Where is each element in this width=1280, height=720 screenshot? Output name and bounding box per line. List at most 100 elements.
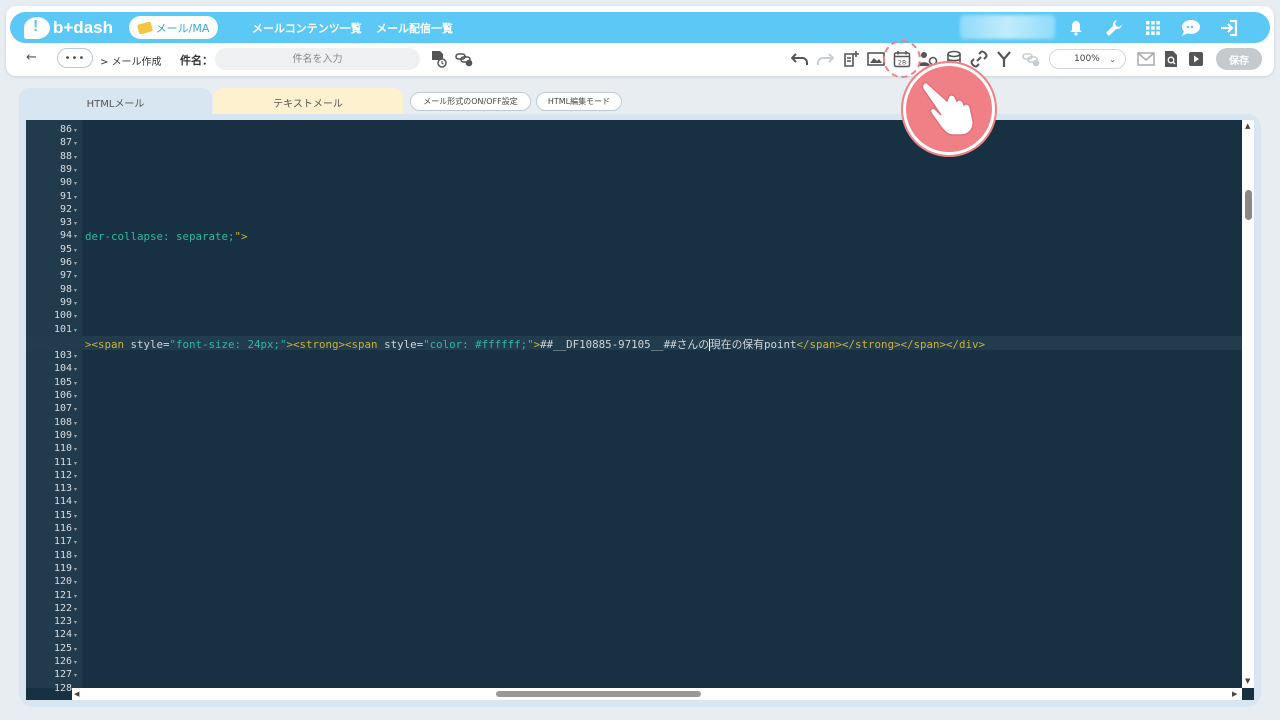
- fold-arrow-icon[interactable]: ▾: [74, 433, 77, 440]
- fold-arrow-icon[interactable]: ▾: [74, 593, 77, 600]
- fold-arrow-icon[interactable]: ▾: [74, 380, 77, 387]
- undo-icon[interactable]: [790, 49, 810, 69]
- line-number: 117: [53, 536, 72, 548]
- chat-bubble-icon[interactable]: [1180, 17, 1202, 39]
- fold-arrow-icon[interactable]: ▾: [74, 366, 77, 373]
- fold-arrow-icon[interactable]: ▾: [74, 393, 77, 400]
- fold-arrow-icon[interactable]: ▾: [74, 579, 77, 586]
- fold-arrow-icon[interactable]: ▾: [74, 553, 77, 560]
- code-line-102[interactable]: ><span style="font-size: 24px;"><strong>…: [85, 336, 985, 352]
- line-number: 123: [53, 616, 72, 628]
- add-block-icon[interactable]: [841, 49, 861, 69]
- horizontal-scrollbar[interactable]: ◀ ▶: [72, 688, 1242, 700]
- fold-arrow-icon[interactable]: ▾: [74, 659, 77, 666]
- fold-arrow-icon[interactable]: ▾: [74, 313, 77, 320]
- fold-arrow-icon[interactable]: ▾: [74, 154, 77, 161]
- fold-arrow-icon[interactable]: ▾: [74, 606, 77, 613]
- fold-arrow-icon[interactable]: ▾: [74, 486, 77, 493]
- fold-arrow-icon[interactable]: ▾: [74, 473, 77, 480]
- line-number: 104: [53, 363, 72, 375]
- fold-arrow-icon[interactable]: ▾: [74, 539, 77, 546]
- fold-arrow-icon[interactable]: ▾: [74, 273, 77, 280]
- line-number: 124: [53, 629, 72, 641]
- top-nav-bar: b+dash メール/MA メールコンテンツ一覧 メール配信一覧: [10, 12, 1270, 43]
- subject-input[interactable]: [215, 48, 420, 70]
- more-options-button[interactable]: •••: [57, 48, 93, 68]
- mail-format-toggle-button[interactable]: メール形式のON/OFF設定: [410, 92, 531, 111]
- scroll-left-arrow-icon[interactable]: ◀: [74, 690, 79, 698]
- fold-arrow-icon[interactable]: ▾: [74, 287, 77, 294]
- mail-ma-pill[interactable]: メール/MA: [129, 16, 218, 39]
- bdash-logo[interactable]: b+dash: [24, 17, 113, 39]
- line-number: 118: [53, 549, 72, 561]
- fold-arrow-icon[interactable]: ▾: [74, 247, 77, 254]
- mail-ma-label: メール/MA: [155, 21, 210, 35]
- preview-doc-icon[interactable]: [1161, 49, 1181, 69]
- grid-icon[interactable]: [1142, 17, 1164, 39]
- zoom-value: 100%: [1074, 54, 1100, 64]
- scroll-up-arrow-icon[interactable]: ▲: [1245, 122, 1250, 130]
- fold-arrow-icon[interactable]: ▾: [74, 420, 77, 427]
- fold-arrow-icon[interactable]: ▾: [74, 353, 77, 360]
- nav-mail-delivery[interactable]: メール配信一覧: [376, 20, 453, 36]
- fold-arrow-icon[interactable]: ▾: [74, 180, 77, 187]
- line-number: 94: [59, 230, 72, 242]
- scroll-down-arrow-icon[interactable]: ▼: [1245, 677, 1250, 685]
- line-number: 93: [59, 217, 72, 229]
- scroll-right-arrow-icon[interactable]: ▶: [1232, 690, 1237, 698]
- line-number: 103: [53, 350, 72, 362]
- logout-icon[interactable]: [1218, 17, 1240, 39]
- fold-arrow-icon[interactable]: ▾: [74, 233, 77, 240]
- tab-html-mail[interactable]: HTMLメール: [19, 88, 212, 116]
- line-number: 92: [59, 203, 72, 215]
- code-line-94[interactable]: der-collapse: separate;">: [85, 230, 248, 243]
- fold-arrow-icon[interactable]: ▾: [74, 327, 77, 334]
- fold-arrow-icon[interactable]: ▾: [74, 194, 77, 201]
- play-icon[interactable]: [1186, 49, 1206, 69]
- fold-arrow-icon[interactable]: ▾: [74, 646, 77, 653]
- nav-mail-contents[interactable]: メールコンテンツ一覧: [252, 20, 362, 36]
- line-number: 127: [53, 669, 72, 681]
- branch-icon[interactable]: [994, 49, 1014, 69]
- wrench-icon[interactable]: [1103, 17, 1125, 39]
- link-disabled-icon[interactable]: [1021, 49, 1041, 69]
- fold-arrow-icon[interactable]: ▾: [74, 499, 77, 506]
- fold-arrow-icon[interactable]: ▾: [74, 446, 77, 453]
- link-settings-icon[interactable]: [454, 49, 474, 69]
- horizontal-scroll-thumb[interactable]: [496, 691, 701, 697]
- fold-arrow-icon[interactable]: ▾: [74, 672, 77, 679]
- fold-arrow-icon[interactable]: ▾: [74, 619, 77, 626]
- schedule-doc-icon[interactable]: [429, 49, 449, 69]
- vertical-scroll-thumb[interactable]: [1245, 190, 1252, 220]
- fold-arrow-icon[interactable]: ▾: [74, 513, 77, 520]
- line-number: 88: [59, 150, 72, 162]
- fold-arrow-icon[interactable]: ▾: [74, 406, 77, 413]
- code-editor[interactable]: 86 ▾ 87 ▾ 88 ▾ 89 ▾ 90 ▾ 91 ▾ 92 ▾ 93 ▾ 94 ▾ 95 ▾ 96 ▾ 97 ▾ 98 ▾ 9…: [26, 120, 1254, 700]
- fold-arrow-icon[interactable]: ▾: [74, 207, 77, 214]
- fold-arrow-icon[interactable]: ▾: [74, 460, 77, 467]
- fold-arrow-icon[interactable]: ▾: [74, 167, 77, 174]
- fold-arrow-icon[interactable]: ▾: [74, 220, 77, 227]
- fold-arrow-icon[interactable]: ▾: [74, 140, 77, 147]
- account-name-blurred[interactable]: [960, 15, 1055, 39]
- mail-test-icon[interactable]: [1136, 49, 1156, 69]
- fold-arrow-icon[interactable]: ▾: [74, 526, 77, 533]
- redo-icon[interactable]: [815, 49, 835, 69]
- fold-arrow-icon[interactable]: ▾: [74, 260, 77, 267]
- chevron-down-icon: ⌄: [1109, 54, 1116, 64]
- fold-arrow-icon[interactable]: ▾: [74, 632, 77, 639]
- line-number: 110: [53, 443, 72, 455]
- arrow-left-icon[interactable]: ←: [26, 50, 37, 65]
- fold-arrow-icon[interactable]: ▾: [74, 127, 77, 134]
- tab-text-mail[interactable]: テキストメール: [213, 88, 403, 116]
- fold-arrow-icon[interactable]: ▾: [74, 300, 77, 307]
- zoom-select[interactable]: 100% ⌄: [1049, 49, 1126, 69]
- bell-icon[interactable]: [1065, 17, 1087, 39]
- line-number: 112: [53, 469, 72, 481]
- vertical-scrollbar[interactable]: ▲ ▼: [1242, 120, 1254, 688]
- html-edit-mode-button[interactable]: HTML編集モード: [536, 92, 622, 111]
- line-number: 86: [59, 124, 72, 135]
- line-number: 121: [53, 589, 72, 601]
- fold-arrow-icon[interactable]: ▾: [74, 566, 77, 573]
- save-button[interactable]: 保存: [1216, 48, 1262, 70]
